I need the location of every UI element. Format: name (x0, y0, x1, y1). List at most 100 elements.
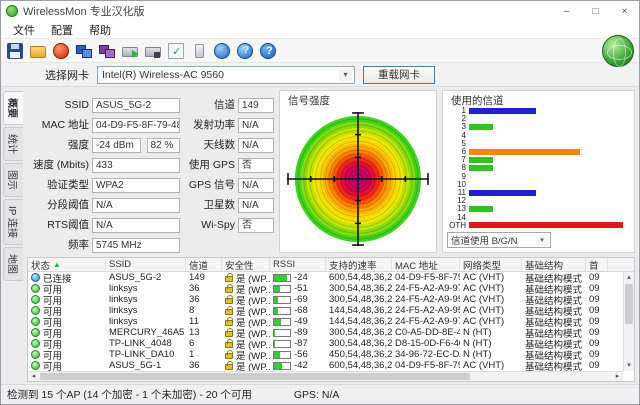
rssi-value: -56 (294, 349, 308, 360)
column-header-5[interactable]: 支持的速率 (326, 258, 392, 271)
close-button[interactable]: × (610, 1, 639, 21)
channel-usage-bar (469, 222, 623, 228)
menu-item-1[interactable]: 配置 (43, 22, 81, 38)
field-right-6-value-wrap: 否 (238, 218, 274, 233)
tab-图示[interactable]: 图示 (3, 163, 23, 197)
rssi-bar-fill (274, 308, 278, 314)
channel-row-OTH: OTH (447, 222, 628, 229)
print-export-icon (122, 43, 138, 59)
ap-table-header: 状态▲SSID信道 安全性 RSSI 支持的速率MAC 地址网络类型基础结构首 (28, 258, 634, 272)
print-check-icon (145, 43, 161, 59)
column-header-label: 首 (589, 258, 599, 271)
column-header-3[interactable]: 安全性 (222, 258, 270, 271)
column-header-1[interactable]: SSID (106, 258, 186, 271)
field-left-2-value-2: 82 % (147, 138, 181, 153)
tab-统计[interactable]: 统计 (3, 127, 23, 161)
column-header-8[interactable]: 基础结构 (522, 258, 586, 271)
scroll-down-icon[interactable]: ▾ (624, 360, 634, 371)
open-file-button[interactable] (28, 41, 48, 61)
vertical-scrollbar[interactable]: ▴ ▾ (623, 272, 634, 371)
channel-row-12: 12 (447, 197, 628, 204)
column-header-2[interactable]: 信道 (186, 258, 222, 271)
field-right-2-value: N/A (238, 138, 274, 153)
first-seen-cell: 09 (586, 349, 608, 360)
network-summary-button[interactable] (74, 41, 94, 61)
vertical-scroll-thumb[interactable] (625, 284, 633, 324)
lock-icon (225, 298, 233, 304)
horizontal-scroll-thumb[interactable] (40, 373, 470, 380)
rates-cell: 144,54,48,36,24... (326, 316, 392, 327)
channel-label: 7 (447, 156, 469, 163)
field-left-4-value-wrap: WPA2 (92, 178, 180, 193)
field-right-5-value: N/A (238, 198, 274, 213)
ssid-cell: MERCURY_46A5 (106, 327, 186, 338)
first-seen-cell: 09 (586, 272, 608, 283)
rates-cell: 300,54,48,36,24... (326, 283, 392, 294)
channel-usage-bar (469, 190, 536, 196)
scroll-left-icon[interactable]: ◂ (28, 372, 39, 381)
verify-button[interactable] (166, 41, 186, 61)
rssi-cell: -87 (270, 338, 326, 349)
stop-logging-button[interactable] (51, 41, 71, 61)
column-header-label: RSSI (273, 259, 295, 270)
channel-track (469, 108, 628, 114)
horizontal-scrollbar[interactable]: ◂ ▸ (28, 371, 623, 381)
rssi-value: -49 (294, 316, 308, 327)
toolbar (1, 39, 639, 63)
field-right-4-value-wrap: N/A (238, 178, 274, 193)
rssi-value: -87 (294, 338, 308, 349)
network-stats-button[interactable] (97, 41, 117, 61)
reload-adapter-button[interactable]: 重载网卡 (363, 66, 435, 84)
tab-地图[interactable]: 地图 (3, 247, 23, 281)
ssid-cell: linksys (106, 316, 186, 327)
menu-item-0[interactable]: 文件 (5, 22, 43, 38)
field-right-2-label: 天线数 (183, 138, 235, 153)
menu-item-2[interactable]: 帮助 (81, 22, 119, 38)
first-seen-cell: 09 (586, 316, 608, 327)
channel-label: 9 (447, 173, 469, 180)
column-header-7[interactable]: 网络类型 (460, 258, 522, 271)
mac-cell: 34-96-72-EC-DA... (392, 349, 460, 360)
rssi-value: -68 (294, 305, 308, 316)
tab-IP 连接[interactable]: IP 连接 (3, 199, 23, 245)
rssi-bar-fill (274, 275, 287, 281)
ssid-cell: linksys (106, 294, 186, 305)
device-button[interactable] (189, 41, 209, 61)
channel-row-6: 6 (447, 148, 628, 155)
channel-usage-bar (469, 157, 493, 163)
channel-track (469, 149, 628, 155)
chevron-down-icon: ▾ (536, 235, 548, 246)
web-help-button[interactable] (235, 41, 255, 61)
rates-cell: 600,54,48,36,24... (326, 272, 392, 283)
column-header-4[interactable]: RSSI (270, 258, 326, 271)
print-button[interactable] (143, 41, 163, 61)
maximize-button[interactable]: □ (581, 1, 610, 21)
field-left-0-label: SSID (27, 98, 89, 113)
minimize-button[interactable]: – (552, 1, 581, 21)
lock-icon (225, 342, 233, 348)
save-button[interactable] (5, 41, 25, 61)
mac-cell: 04-D9-F5-8F-79... (392, 272, 460, 283)
ssid-cell: TP-LINK_4048 (106, 338, 186, 349)
field-left-3-value-wrap: 433 (92, 158, 180, 173)
field-right-6-value: 否 (238, 218, 274, 233)
scroll-up-icon[interactable]: ▴ (624, 272, 634, 283)
net-type-cell: AC (VHT) (460, 360, 522, 371)
channel-use-select[interactable]: 信道使用 B/G/N ▾ (447, 232, 551, 248)
adapter-select[interactable]: Intel(R) Wireless-AC 9560 ▾ (97, 66, 355, 84)
net-type-cell: AC (VHT) (460, 283, 522, 294)
help-button[interactable] (258, 41, 278, 61)
signal-strength-radar (284, 110, 432, 248)
export-report-button[interactable] (120, 41, 140, 61)
column-header-9[interactable]: 首 (586, 258, 608, 271)
column-header-label: 安全性 (225, 258, 254, 271)
field-left-6-value-wrap: N/A (92, 218, 180, 233)
rssi-bar-fill (274, 341, 275, 347)
scroll-right-icon[interactable]: ▸ (612, 372, 623, 381)
column-header-0[interactable]: 状态▲ (28, 258, 106, 271)
tab-概要[interactable]: 概要 (3, 91, 23, 125)
column-header-label: 信道 (189, 258, 208, 271)
rssi-bar-fill (274, 363, 282, 369)
map-button[interactable] (212, 41, 232, 61)
column-header-6[interactable]: MAC 地址 (392, 258, 460, 271)
